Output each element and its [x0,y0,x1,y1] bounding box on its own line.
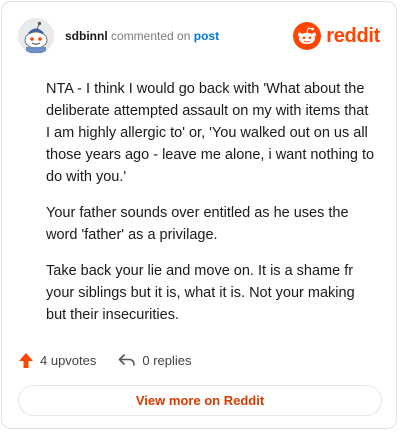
view-more-button[interactable]: View more on Reddit [18,385,382,416]
username-link[interactable]: sdbinnl [65,29,108,43]
comment-embed-card: sdbinnl commented on post reddit NTA - I… [1,1,397,429]
upvote-arrow-icon [19,352,33,368]
upvotes-button[interactable]: 4 upvotes [18,352,96,369]
comment-paragraph: Your father sounds over entitled as he u… [46,205,349,243]
comment-paragraph: NTA - I think I would go back with 'What… [46,81,375,185]
comment-header: sdbinnl commented on post reddit [18,18,380,54]
reply-arrow-icon [119,354,136,366]
snoo-avatar-icon [18,18,54,54]
comment-footer: 4 upvotes 0 replies [18,348,214,372]
user-avatar[interactable] [18,18,54,54]
reply-count: 0 replies [142,352,192,368]
comment-byline: sdbinnl commented on post [65,29,219,43]
reddit-logo[interactable]: reddit [293,22,380,50]
comment-paragraph: Take back your lie and move on. It is a … [46,263,355,323]
replies-button[interactable]: 0 replies [118,352,192,368]
byline-action-text: commented on [111,29,191,43]
upvote-count: 4 upvotes [40,352,97,368]
post-link[interactable]: post [194,29,219,43]
comment-body: NTA - I think I would go back with 'What… [46,78,376,340]
reddit-logo-icon [293,22,322,50]
reddit-wordmark: reddit [326,24,380,47]
